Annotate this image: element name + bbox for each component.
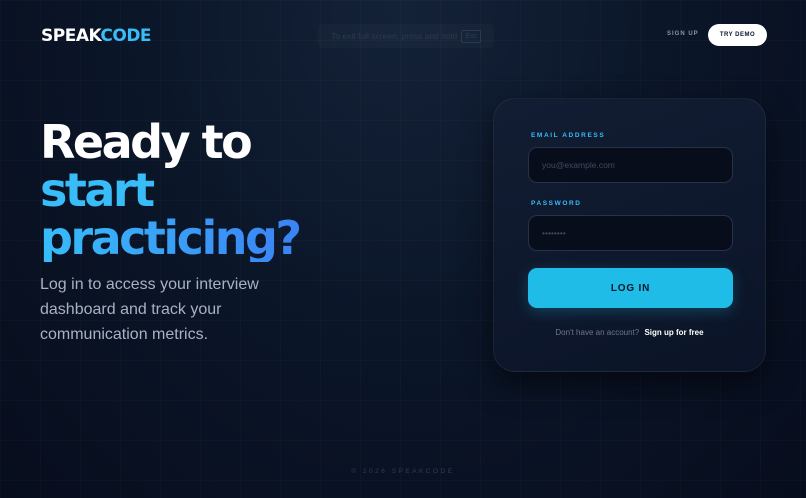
signup-prompt: Don't have an account? Sign up for free <box>494 328 765 337</box>
login-button[interactable]: LOG IN <box>528 268 733 308</box>
fullscreen-hint-text: To exit full screen, press and hold <box>331 31 458 41</box>
password-label: PASSWORD <box>531 200 582 207</box>
password-input[interactable] <box>528 215 733 251</box>
hero-section: Ready to start practicing? Log in to acc… <box>40 115 302 347</box>
signup-free-link[interactable]: Sign up for free <box>644 328 703 337</box>
try-demo-button[interactable]: TRY DEMO <box>708 24 767 46</box>
nav-sign-up-link[interactable]: SIGN UP <box>667 31 699 37</box>
fullscreen-hint: To exit full screen, press and hold Esc <box>318 24 494 48</box>
hero-heading: Ready to start practicing? <box>40 115 302 265</box>
no-account-text: Don't have an account? <box>555 328 640 337</box>
brand-logo-part2: CODE <box>100 26 152 46</box>
login-card: EMAIL ADDRESS PASSWORD LOG IN Don't have… <box>493 98 766 372</box>
brand-logo-part1: SPEAK <box>41 26 101 46</box>
hero-subtitle: Log in to access your interview dashboar… <box>40 276 259 343</box>
brand-logo[interactable]: SPEAKCODE <box>41 26 152 46</box>
email-input[interactable] <box>528 147 733 183</box>
esc-key-badge: Esc <box>461 29 481 43</box>
footer-copyright: © 2026 SPEAKCODE <box>351 468 455 475</box>
hero-heading-line1: Ready to <box>40 115 253 169</box>
email-label: EMAIL ADDRESS <box>531 132 606 139</box>
hero-heading-line2: start <box>40 163 155 217</box>
hero-heading-line3: practicing? <box>40 211 302 265</box>
